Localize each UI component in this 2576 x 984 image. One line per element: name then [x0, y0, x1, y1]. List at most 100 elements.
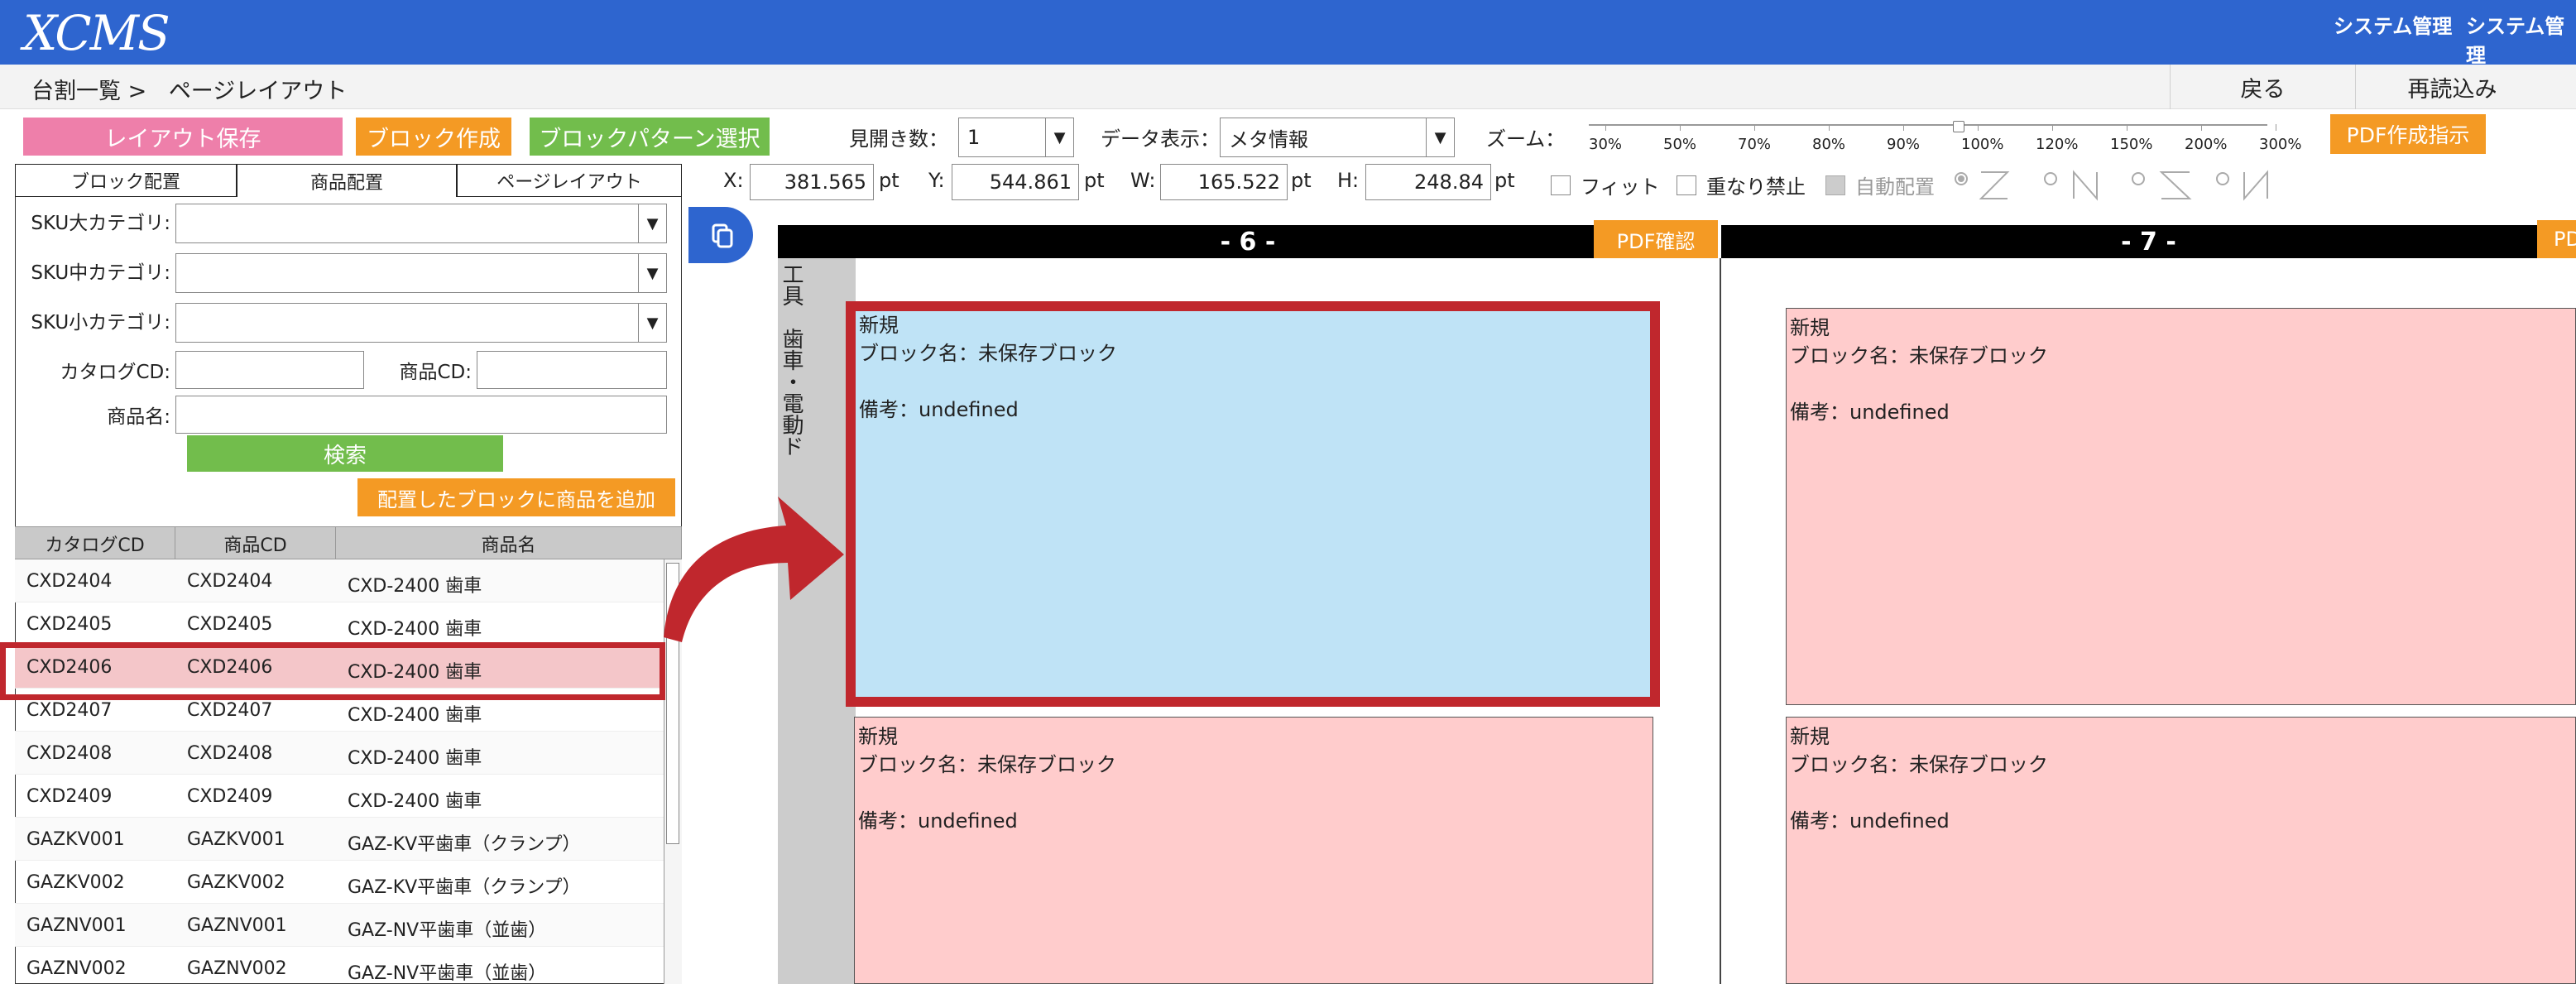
system-admin-menu-1[interactable]: システム管理 [2334, 10, 2452, 39]
table-row[interactable]: GAZKV002 GAZKV002 GAZ-KV平歯車（クランプ） [15, 861, 677, 904]
sku-mid-select[interactable]: ▼ [175, 253, 667, 293]
selected-row-highlight [0, 642, 665, 700]
sku-large-select[interactable]: ▼ [175, 204, 667, 243]
fit-label: フィット [1581, 175, 1660, 199]
table-row[interactable]: CXD2404 CXD2404 CXD-2400 歯車 [15, 559, 677, 602]
sku-small-select[interactable]: ▼ [175, 303, 667, 343]
zoom-tick-label: 300% [2259, 136, 2302, 153]
block-status: 新規 [858, 725, 898, 748]
catalog-cd-label: カタログCD: [60, 362, 170, 383]
no-overlap-checkbox[interactable] [1677, 175, 1696, 195]
block-note: 備考：undefined [1790, 401, 1950, 424]
col-header-catalog-cd[interactable]: カタログCD [15, 527, 175, 560]
search-button[interactable]: 検索 [187, 435, 503, 472]
tab-page-layout[interactable]: ページレイアウト [457, 164, 682, 197]
product-name-input[interactable] [175, 396, 667, 434]
breadcrumb-parent-link[interactable]: 台割一覧 > [31, 79, 146, 104]
pdf-check-button-page6[interactable]: PDF確認 [1594, 220, 1718, 258]
zoom-tick-mark [2201, 124, 2202, 131]
cell-product-name: GAZ-NV平歯車（並歯） [348, 920, 547, 941]
table-row[interactable]: GAZNV002 GAZNV002 GAZ-NV平歯車（並歯） [15, 947, 677, 984]
table-row[interactable]: CXD2408 CXD2408 CXD-2400 歯車 [15, 732, 677, 775]
zoom-tick-label: 30% [1589, 136, 1623, 153]
flow-rz-radio[interactable] [2132, 172, 2145, 185]
tab-product-placement[interactable]: 商品配置 [237, 164, 457, 197]
block-name: ブロック名：未保存ブロック [858, 753, 1116, 776]
fit-checkbox-group[interactable]: フィット [1551, 170, 1660, 199]
w-label: W: [1130, 169, 1156, 192]
panel-toggle-button[interactable] [688, 207, 753, 263]
w-unit: pt [1291, 169, 1312, 192]
table-row[interactable]: CXD2405 CXD2405 CXD-2400 歯車 [15, 602, 677, 646]
x-unit: pt [879, 169, 899, 192]
cell-product-name: CXD-2400 歯車 [348, 705, 482, 726]
zoom-handle[interactable] [1953, 121, 1964, 132]
block-page7-lower[interactable]: 新規 ブロック名：未保存ブロック 備考：undefined [1786, 717, 2576, 984]
reload-button[interactable]: 再読込み [2355, 65, 2549, 109]
zoom-tick-mark [1903, 124, 1904, 131]
cell-catalog-cd: CXD2407 [26, 700, 113, 721]
no-overlap-checkbox-group[interactable]: 重なり禁止 [1677, 170, 1806, 199]
block-status: 新規 [1790, 725, 1830, 748]
col-header-product-name[interactable]: 商品名 [336, 527, 682, 560]
block-pattern-button[interactable]: ブロックパターン選択 [530, 118, 770, 156]
cell-catalog-cd: CXD2404 [26, 571, 113, 592]
flow-n-radio[interactable] [2044, 172, 2057, 185]
auto-place-checkbox[interactable] [1825, 175, 1845, 195]
zoom-track [1589, 124, 2267, 126]
zoom-tick-label: 200% [2185, 136, 2228, 153]
create-block-button[interactable]: ブロック作成 [356, 118, 511, 156]
page-7-header: - 7 - [1721, 225, 2576, 258]
table-row[interactable]: CXD2409 CXD2409 CXD-2400 歯車 [15, 775, 677, 818]
col-header-product-cd[interactable]: 商品CD [175, 527, 336, 560]
system-admin-menu-2[interactable]: システム管理 [2466, 10, 2576, 68]
flow-rn-radio[interactable] [2216, 172, 2229, 185]
data-display-select[interactable]: メタ情報 ▼ [1220, 118, 1455, 157]
back-button[interactable]: 戻る [2170, 65, 2355, 109]
zoom-tick-label: 90% [1887, 136, 1921, 153]
pdf-check-button-page7[interactable]: PD [2537, 220, 2576, 258]
table-row[interactable]: GAZKV001 GAZKV001 GAZ-KV平歯車（クランプ） [15, 818, 677, 861]
copy-icon [712, 223, 733, 248]
page-7-number: - 7 - [2121, 227, 2176, 257]
product-cd-label: 商品CD: [399, 362, 472, 383]
zoom-slider[interactable]: 30% 50% 70% 80% 90% 100% 120% 150% 200% 300% [1589, 121, 2301, 157]
chevron-down-icon: ▼ [638, 204, 666, 242]
flow-order-radio-group[interactable] [1950, 162, 2272, 204]
zoom-tick-mark [1680, 124, 1681, 131]
y-input[interactable]: 544.861 [952, 164, 1079, 200]
chevron-down-icon: ▼ [638, 304, 666, 342]
product-cd-input[interactable] [477, 351, 667, 389]
w-input[interactable]: 165.522 [1160, 164, 1288, 200]
tab-block-placement[interactable]: ブロック配置 [15, 164, 237, 197]
block-note: 備考：undefined [1790, 809, 1950, 833]
block-selected[interactable]: 新規 ブロック名：未保存ブロック 備考：undefined [846, 301, 1660, 707]
chevron-down-icon: ▼ [638, 254, 666, 292]
xcms-logo[interactable]: XCMS [23, 5, 170, 61]
x-input[interactable]: 381.565 [750, 164, 874, 200]
block-note: 備考：undefined [858, 809, 1018, 833]
block-page6-lower[interactable]: 新規 ブロック名：未保存ブロック 備考：undefined [854, 717, 1653, 984]
spread-count-label: 見開き数： [849, 127, 948, 151]
catalog-cd-input[interactable] [175, 351, 364, 389]
block-page7-upper[interactable]: 新規 ブロック名：未保存ブロック 備考：undefined [1786, 308, 2576, 705]
zoom-tick-label: 80% [1812, 136, 1846, 153]
cell-product-cd: GAZKV001 [187, 829, 285, 850]
zoom-tick-label: 70% [1738, 136, 1772, 153]
add-product-to-block-button[interactable]: 配置したブロックに商品を追加 [357, 478, 675, 516]
h-input[interactable]: 248.84 [1365, 164, 1491, 200]
fit-checkbox[interactable] [1551, 175, 1571, 195]
save-layout-button[interactable]: レイアウト保存 [23, 118, 343, 156]
page-divider [1720, 258, 1721, 984]
sku-mid-label: SKU中カテゴリ: [31, 262, 170, 284]
cell-product-name: CXD-2400 歯車 [348, 576, 482, 597]
x-label: X: [723, 169, 744, 192]
zoom-tick-mark [1829, 124, 1830, 131]
table-header: カタログCD 商品CD 商品名 [15, 526, 682, 560]
pdf-instruction-button[interactable]: PDF作成指示 [2330, 114, 2486, 154]
table-row[interactable]: GAZNV001 GAZNV001 GAZ-NV平歯車（並歯） [15, 904, 677, 947]
auto-place-checkbox-group[interactable]: 自動配置 [1825, 170, 1935, 199]
spread-count-select[interactable]: 1 ▼ [958, 118, 1074, 157]
block-status: 新規 [1790, 316, 1830, 339]
auto-place-label: 自動配置 [1855, 175, 1935, 199]
